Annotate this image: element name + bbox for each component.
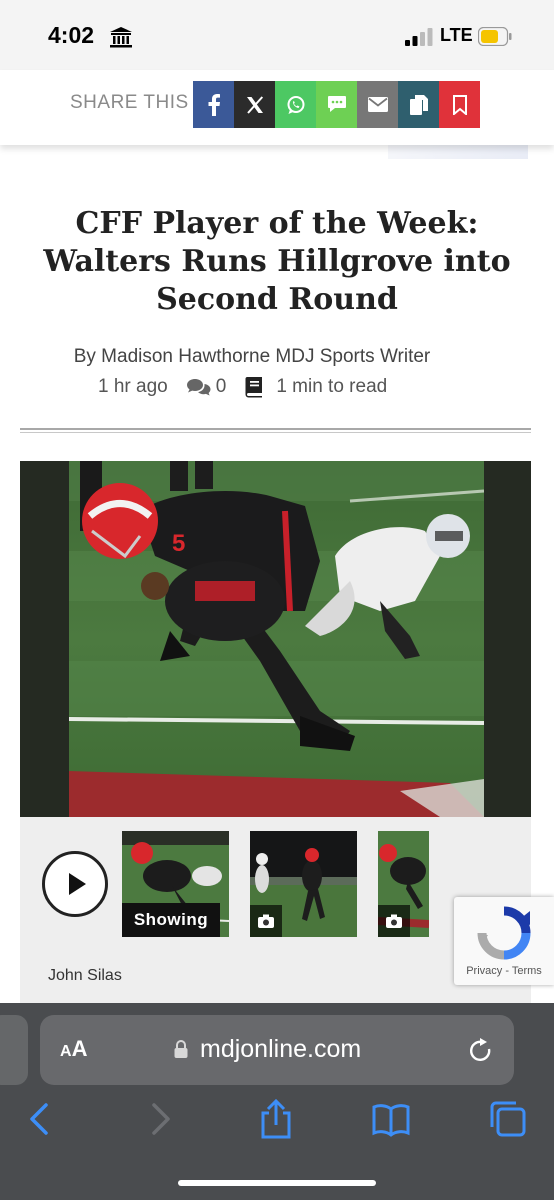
bookmark-icon <box>452 94 467 115</box>
byline: By Madison Hawthorne MDJ Sports Writer <box>0 346 504 368</box>
x-icon <box>246 95 263 114</box>
url-text[interactable]: mdjonline.com <box>200 1035 361 1064</box>
facebook-share-button[interactable] <box>193 81 234 128</box>
time-ago: 1 hr ago <box>98 376 168 397</box>
forward-icon[interactable] <box>140 1099 180 1139</box>
status-time: 4:02 <box>48 22 95 48</box>
browser-toolbar: AA mdjonline.com <box>0 1003 554 1200</box>
facebook-icon <box>208 93 220 116</box>
reader-options-button[interactable]: AA <box>60 1036 87 1062</box>
signal-icon <box>405 28 433 46</box>
link-separator: - <box>502 965 512 977</box>
gallery-thumbnail[interactable] <box>250 831 357 937</box>
aa-small: A <box>60 1043 72 1060</box>
sms-share-button[interactable] <box>316 81 357 128</box>
aa-large: A <box>71 1036 88 1061</box>
play-slideshow-button[interactable] <box>42 851 108 917</box>
terms-link[interactable]: Terms <box>512 965 542 977</box>
camera-icon <box>386 914 402 928</box>
share-label: SHARE THIS <box>70 92 189 113</box>
football-photo-image: 5 <box>20 461 531 817</box>
title-line: Walters Runs Hillgrove into <box>43 244 511 279</box>
recaptcha-links: Privacy - Terms <box>454 965 554 977</box>
play-icon <box>69 873 86 895</box>
share-bar: SHARE THIS <box>0 70 554 145</box>
main-photo[interactable]: 5 <box>20 461 531 817</box>
article-title: CFF Player of the Week: Walters Runs Hil… <box>20 205 534 319</box>
privacy-link[interactable]: Privacy <box>466 965 502 977</box>
camera-badge <box>250 905 282 937</box>
whatsapp-share-button[interactable] <box>275 81 316 128</box>
network-type: LTE <box>440 25 473 45</box>
camera-badge <box>378 905 410 937</box>
lock-icon <box>174 1040 188 1058</box>
bookmark-share-button[interactable] <box>439 81 480 128</box>
x-share-button[interactable] <box>234 81 275 128</box>
previous-tab-preview[interactable] <box>0 1015 28 1085</box>
share-icon[interactable] <box>256 1099 296 1139</box>
whatsapp-icon <box>287 95 304 114</box>
back-icon[interactable] <box>20 1099 60 1139</box>
showing-label: Showing <box>122 903 220 937</box>
divider <box>20 428 531 430</box>
comment-count[interactable]: 0 <box>216 376 227 398</box>
email-share-button[interactable] <box>357 81 398 128</box>
tabs-icon[interactable] <box>488 1099 528 1139</box>
battery-icon <box>478 27 512 46</box>
photo-credit: John Silas <box>48 967 122 984</box>
recaptcha-icon <box>477 906 531 960</box>
article-meta: 1 hr ago 0 1 min to read <box>98 374 387 400</box>
gallery-thumbnail[interactable]: Showing <box>122 831 229 937</box>
status-bar: 4:02 LTE <box>0 0 554 70</box>
bookmarks-icon[interactable] <box>371 1099 411 1139</box>
read-time: 1 min to read <box>276 376 388 397</box>
title-line: Second Round <box>156 282 398 317</box>
email-icon <box>367 97 388 112</box>
recaptcha-badge[interactable]: Privacy - Terms <box>454 897 554 985</box>
book-icon <box>245 377 263 398</box>
address-bar[interactable]: AA mdjonline.com <box>40 1015 514 1085</box>
sms-icon <box>327 96 346 112</box>
comments-icon[interactable] <box>186 377 212 397</box>
bank-icon <box>110 27 132 48</box>
copy-icon <box>409 94 428 115</box>
faded-ad-strip <box>388 145 528 159</box>
gallery-thumbnail[interactable] <box>378 831 429 937</box>
byline-text: By Madison Hawthorne MDJ Sports Writer <box>73 346 431 367</box>
copy-link-button[interactable] <box>398 81 439 128</box>
home-indicator <box>178 1180 376 1186</box>
divider <box>20 432 531 433</box>
title-line: CFF Player of the Week: <box>75 206 479 241</box>
jersey-number: 5 <box>172 530 185 557</box>
camera-icon <box>258 914 274 928</box>
reload-icon[interactable] <box>469 1037 495 1065</box>
